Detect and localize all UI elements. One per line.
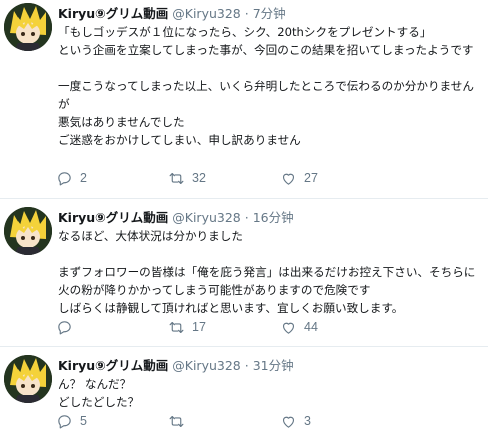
retweet-count: 32 [192, 171, 206, 185]
tweet-content: Kiryu⑨グリム動画 @Kiryu328 · 7分钟 「もしゴッデスが１位にな… [58, 5, 482, 149]
separator: · [244, 358, 249, 373]
tweet-feed: Kiryu⑨グリム動画 @Kiryu328 · 7分钟 「もしゴッデスが１位にな… [0, 0, 488, 439]
like-button[interactable]: 44 [280, 319, 392, 336]
avatar[interactable] [4, 355, 52, 403]
timestamp[interactable]: 7分钟 [253, 6, 286, 21]
reply-count: 2 [80, 171, 87, 185]
tweet[interactable]: Kiryu⑨グリム動画 @Kiryu328 · 7分钟 「もしゴッデスが１位にな… [0, 0, 488, 199]
reply-icon [58, 171, 71, 185]
timestamp[interactable]: 31分钟 [253, 358, 294, 373]
tweet-header: Kiryu⑨グリム動画 @Kiryu328 · 16分钟 [58, 209, 482, 227]
reply-count: 5 [80, 414, 87, 428]
tweet-content: Kiryu⑨グリム動画 @Kiryu328 · 16分钟 なるほど、大体状況は分… [58, 209, 482, 317]
retweet-icon [169, 172, 184, 184]
like-count: 27 [304, 171, 318, 185]
tweet-header: Kiryu⑨グリム動画 @Kiryu328 · 31分钟 [58, 357, 482, 375]
retweet-icon [169, 415, 184, 427]
author-name[interactable]: Kiryu⑨グリム動画 [58, 6, 168, 21]
like-button[interactable]: 3 [280, 413, 392, 430]
like-count: 3 [304, 414, 311, 428]
author-name[interactable]: Kiryu⑨グリム動画 [58, 210, 168, 225]
author-handle[interactable]: @Kiryu328 [172, 6, 241, 21]
author-name[interactable]: Kiryu⑨グリム動画 [58, 358, 168, 373]
tweet[interactable]: Kiryu⑨グリム動画 @Kiryu328 · 16分钟 なるほど、大体状況は分… [0, 199, 488, 347]
tweet-actions: 5 3 [56, 411, 392, 431]
retweet-icon [169, 321, 184, 333]
tweet-content: Kiryu⑨グリム動画 @Kiryu328 · 31分钟 ん？ なんだ？ どした… [58, 357, 482, 411]
retweet-count: 17 [192, 320, 206, 334]
timestamp[interactable]: 16分钟 [253, 210, 294, 225]
reply-button[interactable] [56, 319, 168, 336]
avatar[interactable] [4, 3, 52, 51]
tweet-text: 「もしゴッデスが１位になったら、シク、20thシクをプレゼントする」 という企画… [58, 25, 474, 147]
reply-icon [58, 414, 71, 428]
retweet-button[interactable] [168, 413, 280, 430]
separator: · [244, 210, 249, 225]
reply-button[interactable]: 5 [56, 413, 168, 430]
tweet-text: ん？ なんだ？ どしたどした？ [58, 377, 140, 409]
separator: · [244, 6, 249, 21]
reply-button[interactable]: 2 [56, 170, 168, 187]
author-handle[interactable]: @Kiryu328 [172, 358, 241, 373]
tweet-header: Kiryu⑨グリム動画 @Kiryu328 · 7分钟 [58, 5, 482, 23]
avatar[interactable] [4, 207, 52, 255]
heart-icon [282, 173, 295, 185]
heart-icon [282, 322, 295, 334]
like-count: 44 [304, 320, 318, 334]
retweet-button[interactable]: 17 [168, 319, 280, 336]
heart-icon [282, 416, 295, 428]
tweet[interactable]: Kiryu⑨グリム動画 @Kiryu328 · 31分钟 ん？ なんだ？ どした… [0, 347, 488, 439]
tweet-actions: 2 32 27 [56, 168, 392, 188]
tweet-actions: 17 44 [56, 317, 392, 337]
like-button[interactable]: 27 [280, 170, 392, 187]
author-handle[interactable]: @Kiryu328 [172, 210, 241, 225]
tweet-text: なるほど、大体状況は分かりました まずフォロワーの皆様は「俺を庇う発言」は出来る… [58, 229, 476, 315]
retweet-button[interactable]: 32 [168, 170, 280, 187]
reply-icon [58, 320, 71, 334]
